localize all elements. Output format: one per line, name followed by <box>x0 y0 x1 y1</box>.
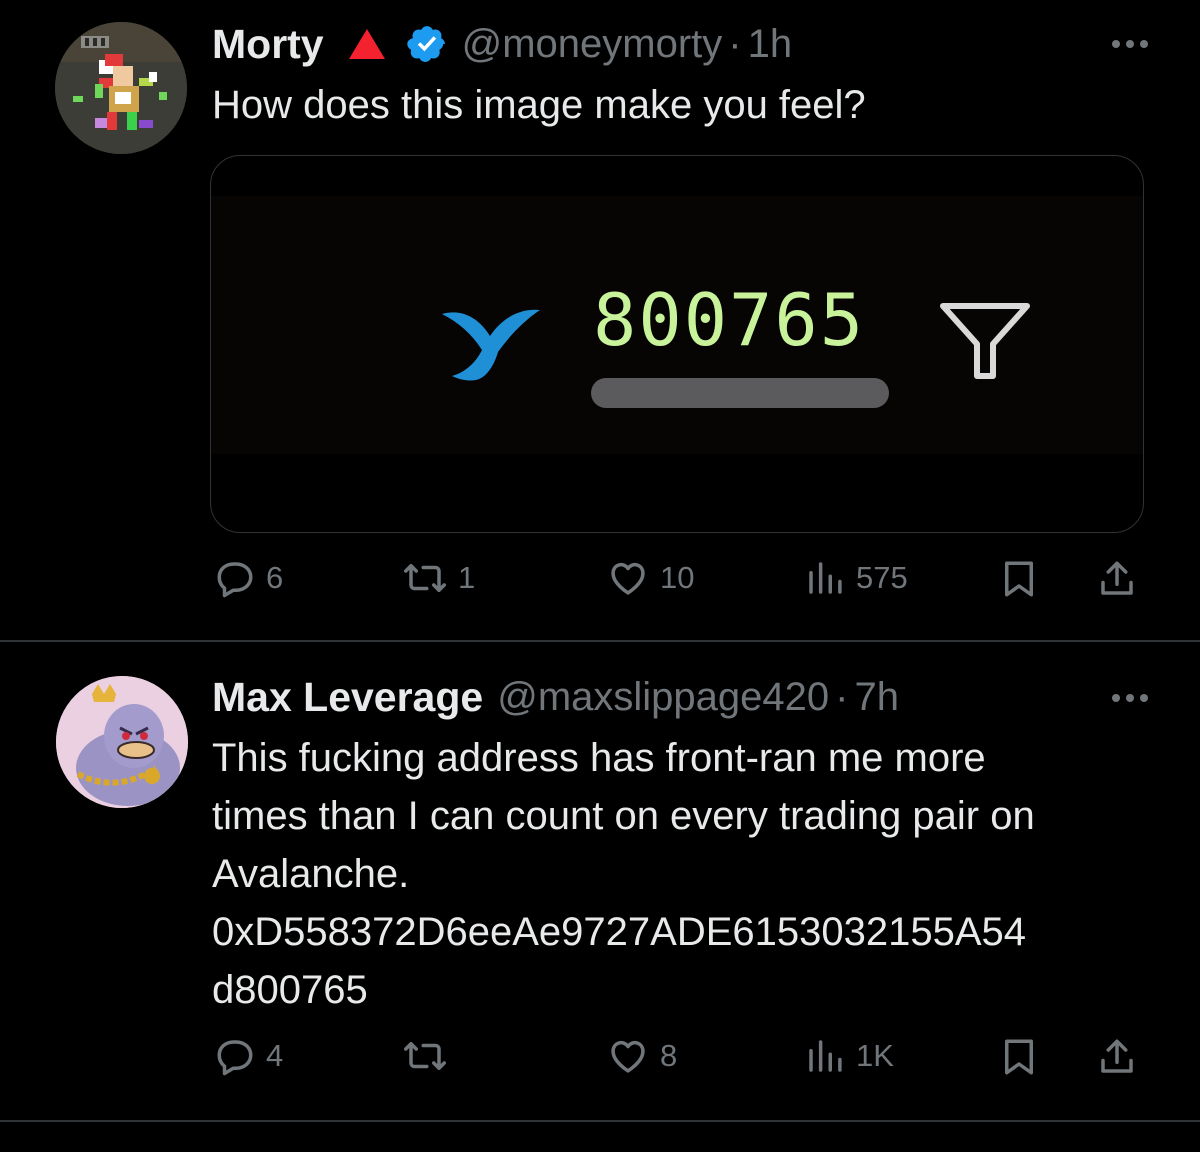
share-icon <box>1101 561 1133 595</box>
like-button[interactable]: 8 <box>606 1035 677 1077</box>
like-icon <box>611 1040 645 1073</box>
text-line: times than I can count on every trading … <box>212 794 1035 838</box>
reply-icon <box>217 562 253 598</box>
repost-button[interactable]: 1 <box>402 557 475 599</box>
counter-value: 800765 <box>593 278 866 362</box>
separator: · <box>835 674 849 719</box>
filter-funnel-icon <box>940 303 1030 379</box>
verified-badge-icon[interactable] <box>406 23 448 65</box>
views-button[interactable]: 575 <box>804 557 908 599</box>
progress-bar <box>591 378 889 408</box>
handle[interactable]: @maxslippage420 <box>497 675 829 720</box>
reply-count: 4 <box>266 1038 284 1073</box>
tweet-header: Max Leverage @maxslippage420 · 7h <box>212 672 899 722</box>
pixel-art-avatar-icon <box>55 22 187 154</box>
bookmark-icon <box>1005 1039 1033 1075</box>
bookmark-button[interactable] <box>998 1035 1040 1079</box>
bookmark-button[interactable] <box>998 557 1040 601</box>
display-name[interactable]: Morty <box>212 21 324 68</box>
view-count: 575 <box>856 560 908 595</box>
reply-button[interactable]: 4 <box>214 1035 283 1077</box>
like-count: 8 <box>660 1038 678 1073</box>
timestamp[interactable]: 7h <box>854 675 899 720</box>
tweet-text: This fucking address has front-ran me mo… <box>212 729 1172 1019</box>
share-button[interactable] <box>1096 1035 1138 1079</box>
display-name[interactable]: Max Leverage <box>212 674 483 721</box>
address-line: 0xD558372D6eeAe9727ADE6153032155A54 <box>212 910 1027 954</box>
avatar-morty[interactable] <box>55 22 187 154</box>
red-triangle-icon <box>348 29 385 59</box>
views-icon <box>809 1040 842 1072</box>
bookmark-icon <box>1005 561 1033 597</box>
more-icon[interactable] <box>1112 40 1148 48</box>
separator: · <box>728 21 742 66</box>
tweet-text: How does this image make you feel? <box>212 83 866 127</box>
share-button[interactable] <box>1096 557 1138 601</box>
tweet-divider <box>0 1120 1200 1122</box>
tweet-header: Morty @moneymorty · 1h <box>212 19 792 69</box>
tweet-actions: 4 8 1K <box>0 1035 1200 1085</box>
tweet-image[interactable]: 800765 <box>210 155 1144 533</box>
repost-icon <box>404 564 446 592</box>
like-count: 10 <box>660 560 695 595</box>
repost-icon <box>404 1042 446 1070</box>
repost-button[interactable] <box>402 1035 458 1077</box>
reply-button[interactable]: 6 <box>214 557 283 599</box>
avatar-max-leverage[interactable] <box>56 676 188 808</box>
repost-count: 1 <box>458 560 476 595</box>
view-count: 1K <box>856 1038 894 1073</box>
timestamp[interactable]: 1h <box>748 22 793 67</box>
more-icon[interactable] <box>1112 694 1148 702</box>
reply-icon <box>217 1040 253 1076</box>
share-icon <box>1101 1039 1133 1073</box>
tweet-actions: 6 1 10 575 <box>0 557 1200 607</box>
address-line: d800765 <box>212 968 368 1012</box>
text-line: Avalanche. <box>212 852 410 896</box>
tweet-1[interactable]: Morty @moneymorty · 1h How does this ima… <box>0 0 1200 640</box>
text-line: This fucking address has front-ran me mo… <box>212 736 986 780</box>
like-button[interactable]: 10 <box>606 557 694 599</box>
views-button[interactable]: 1K <box>804 1035 894 1077</box>
reply-count: 6 <box>266 560 284 595</box>
like-icon <box>611 562 645 595</box>
tweet-2[interactable]: Max Leverage @maxslippage420 · 7h This f… <box>0 642 1200 1120</box>
pigeon-avatar-icon <box>56 676 188 808</box>
handle[interactable]: @moneymorty <box>462 22 723 67</box>
views-icon <box>809 562 842 594</box>
whale-tail-icon <box>442 309 540 381</box>
